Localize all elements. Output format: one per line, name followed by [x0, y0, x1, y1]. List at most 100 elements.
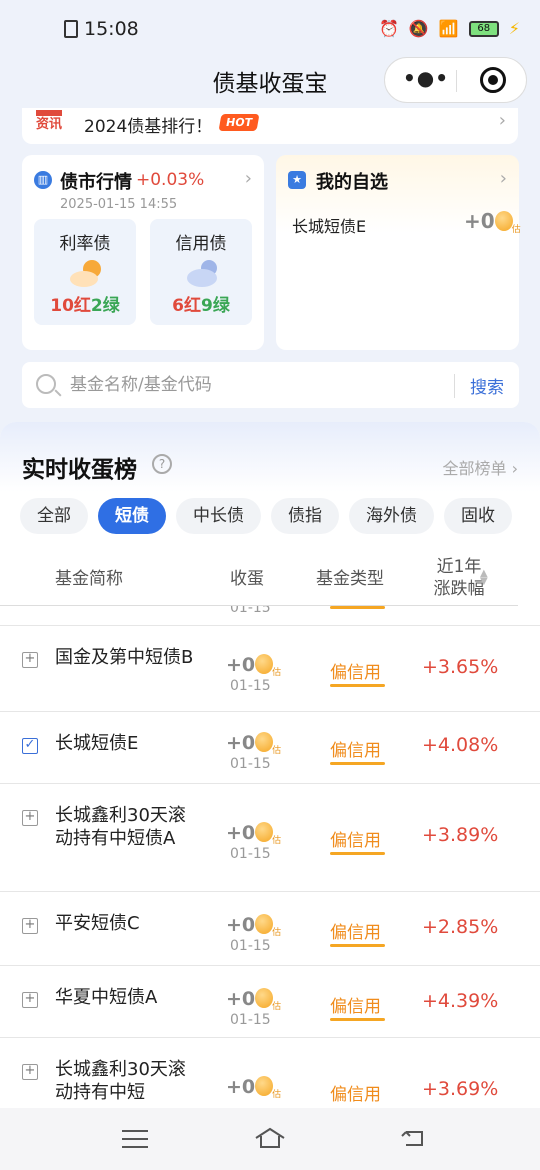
- hot-badge: HOT: [218, 114, 260, 131]
- egg-icon: [255, 1076, 281, 1100]
- header-name: 基金简称: [55, 569, 123, 589]
- fund-type: 偏信用: [330, 997, 381, 1017]
- fund-name: 华夏中短债A: [55, 987, 158, 1008]
- close-miniprogram-icon[interactable]: [480, 67, 506, 93]
- credit-bond-card[interactable]: 信用债 6红9绿: [150, 219, 252, 325]
- table-row[interactable]: + 华夏中短债A +0 01-15 偏信用 +4.39%: [0, 966, 540, 1038]
- tab-all[interactable]: 全部: [20, 498, 88, 534]
- type-bar: [330, 852, 385, 855]
- watchlist-item-egg: +0: [464, 209, 521, 235]
- add-checkbox[interactable]: +: [22, 1064, 38, 1080]
- status-icons: ⏰ 🔕 📶 68 ⚡: [379, 19, 520, 38]
- card-label: 利率债: [59, 234, 111, 254]
- egg-icon: [494, 211, 521, 235]
- fund-type: 偏信用: [330, 741, 381, 761]
- table-row[interactable]: + 长城鑫利30天滚动持有中短债A +0 01-15 偏信用 +3.89%: [0, 784, 540, 892]
- table-row[interactable]: + 国金及第中短债B +0 01-15 偏信用 +3.65%: [0, 626, 540, 712]
- change-value: +3.69%: [422, 1078, 499, 1100]
- row-date: 01-15: [230, 678, 271, 694]
- egg-icon: [255, 822, 281, 846]
- header-egg: 收蛋: [230, 569, 264, 589]
- menu-icon[interactable]: [122, 1130, 148, 1148]
- back-icon[interactable]: [400, 1128, 426, 1148]
- table-row[interactable]: + 平安短债C +0 01-15 偏信用 +2.85%: [0, 892, 540, 966]
- selected-checkbox[interactable]: ✓: [22, 738, 38, 754]
- battery-icon: 68: [468, 20, 499, 37]
- status-time: 15:08: [84, 18, 139, 40]
- tab-fixed-income[interactable]: 固收: [444, 498, 512, 534]
- row-date: 01-15: [230, 1012, 271, 1028]
- fund-type: 偏信用: [330, 663, 381, 683]
- capsule-divider: [456, 70, 457, 92]
- sunny-cloud-icon: [70, 260, 101, 287]
- rate-bond-card[interactable]: 利率债 10红2绿: [34, 219, 136, 325]
- fund-name: 长城鑫利30天滚动持有中短债A: [55, 805, 186, 849]
- charging-icon: ⚡: [508, 19, 520, 38]
- tab-overseas-bond[interactable]: 海外债: [349, 498, 434, 534]
- mute-icon: 🔕: [408, 19, 429, 38]
- watchlist-card[interactable]: ★ 我的自选 › 长城短债E +0: [276, 155, 521, 350]
- more-icon[interactable]: •●•: [403, 66, 449, 90]
- help-icon[interactable]: ?: [152, 454, 172, 474]
- chart-icon: ▥: [34, 171, 52, 189]
- news-banner[interactable]: 资讯 2024债基排行！ HOT ›: [22, 108, 518, 144]
- add-checkbox[interactable]: +: [22, 992, 38, 1008]
- watchlist-title: 我的自选: [316, 172, 388, 193]
- row-date: 01-15: [230, 606, 271, 616]
- market-title: 债市行情: [60, 172, 132, 193]
- status-bar: 15:08 ⏰ 🔕 📶 68 ⚡: [0, 0, 540, 60]
- fund-name: 长城短债E: [55, 733, 139, 754]
- news-logo: 资讯: [36, 110, 62, 132]
- home-icon[interactable]: [254, 1126, 286, 1150]
- type-bar: [330, 684, 385, 687]
- header-type: 基金类型: [316, 569, 384, 589]
- fund-list: 01-15 + 国金及第中短债B +0 01-15 偏信用 +3.65% ✓ 长…: [0, 606, 540, 1110]
- chevron-right-icon: ›: [499, 168, 507, 189]
- card-label: 信用债: [175, 234, 227, 254]
- egg-value: +0: [226, 732, 281, 756]
- miniprogram-capsule: •●•: [384, 57, 527, 103]
- fund-name: 长城鑫利30天滚动持有中短: [55, 1059, 186, 1103]
- watchlist-item-name[interactable]: 长城短债E: [292, 213, 366, 237]
- tab-mid-long-bond[interactable]: 中长债: [176, 498, 261, 534]
- system-nav-bar: [0, 1108, 540, 1170]
- table-header: 基金简称 收蛋 基金类型 近1年 涨跌幅 ▲ ▼: [0, 554, 518, 606]
- change-value: +4.39%: [422, 990, 499, 1012]
- sort-icon[interactable]: ▲ ▼: [480, 569, 488, 587]
- add-checkbox[interactable]: +: [22, 918, 38, 934]
- table-row[interactable]: + 长城鑫利30天滚动持有中短 +0 偏信用 +3.69%: [0, 1038, 540, 1110]
- wifi-icon: 📶: [438, 19, 459, 38]
- search-bar: 搜索: [22, 362, 519, 408]
- add-checkbox[interactable]: +: [22, 652, 38, 668]
- tab-short-bond[interactable]: 短债: [98, 498, 166, 534]
- search-button[interactable]: 搜索: [470, 373, 504, 398]
- section-title: 实时收蛋榜: [22, 457, 137, 483]
- type-bar: [330, 762, 385, 765]
- category-tabs: 全部 短债 中长债 债指 海外债 固收: [20, 498, 512, 534]
- fund-type: 偏信用: [330, 923, 381, 943]
- news-text: 2024债基排行！: [84, 117, 213, 137]
- egg-value: +0: [226, 914, 281, 938]
- row-date: 01-15: [230, 938, 271, 954]
- table-row[interactable]: ✓ 长城短债E +0 01-15 偏信用 +4.08%: [0, 712, 540, 784]
- market-card[interactable]: ▥ 债市行情 +0.03% › 2025-01-15 14:55 利率债 10红…: [22, 155, 264, 350]
- egg-icon: [255, 654, 281, 678]
- sim-icon: [64, 20, 78, 38]
- egg-value: +0: [226, 822, 281, 846]
- change-value: +4.08%: [422, 734, 499, 756]
- red-green-count: 6红9绿: [172, 296, 230, 316]
- egg-icon: [255, 732, 281, 756]
- alarm-icon: ⏰: [379, 19, 399, 38]
- tab-bond-index[interactable]: 债指: [271, 498, 339, 534]
- chevron-right-icon: ›: [498, 110, 506, 131]
- fund-type: 偏信用: [330, 831, 381, 851]
- egg-icon: [255, 914, 281, 938]
- type-bar: [330, 1018, 385, 1021]
- all-rankings-link[interactable]: 全部榜单 ›: [443, 455, 519, 479]
- change-value: +3.89%: [422, 824, 499, 846]
- search-input[interactable]: [70, 370, 450, 400]
- ranking-panel: 实时收蛋榜 ? 全部榜单 › 全部 短债 中长债 债指 海外债 固收 基金简称 …: [0, 422, 540, 1110]
- add-checkbox[interactable]: +: [22, 810, 38, 826]
- bookmark-icon: ★: [288, 171, 306, 189]
- fund-name: 平安短债C: [55, 913, 140, 934]
